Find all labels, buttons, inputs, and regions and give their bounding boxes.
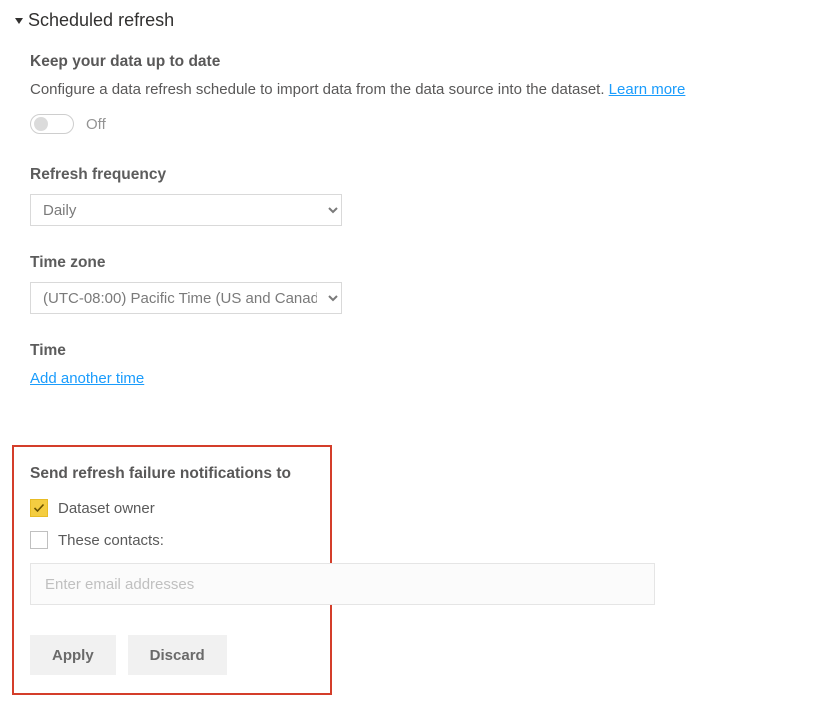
notify-heading: Send refresh failure notifications to — [30, 465, 314, 483]
these-contacts-row: These contacts: — [30, 531, 314, 549]
toggle-knob — [34, 117, 48, 131]
check-icon — [33, 502, 45, 514]
time-label: Time — [30, 342, 807, 360]
section-title: Scheduled refresh — [28, 10, 174, 31]
frequency-label: Refresh frequency — [30, 166, 807, 184]
dataset-owner-label: Dataset owner — [58, 500, 155, 517]
schedule-toggle-row: Off — [30, 114, 807, 134]
apply-button[interactable]: Apply — [30, 635, 116, 675]
learn-more-link[interactable]: Learn more — [609, 81, 686, 98]
timezone-select[interactable]: (UTC-08:00) Pacific Time (US and Canada) — [30, 282, 342, 314]
description-text: Configure a data refresh schedule to imp… — [30, 81, 609, 98]
toggle-state-label: Off — [86, 116, 106, 133]
email-addresses-input[interactable] — [30, 563, 655, 605]
these-contacts-label: These contacts: — [58, 532, 164, 549]
button-row: Apply Discard — [30, 635, 314, 675]
keep-data-description: Configure a data refresh schedule to imp… — [30, 81, 807, 98]
discard-button[interactable]: Discard — [128, 635, 227, 675]
caret-down-icon — [14, 16, 24, 26]
section-header[interactable]: Scheduled refresh — [14, 10, 807, 31]
schedule-toggle[interactable] — [30, 114, 74, 134]
frequency-select[interactable]: Daily — [30, 194, 342, 226]
dataset-owner-row: Dataset owner — [30, 499, 314, 517]
notify-section-highlight: Send refresh failure notifications to Da… — [12, 445, 332, 695]
dataset-owner-checkbox[interactable] — [30, 499, 48, 517]
keep-data-heading: Keep your data up to date — [30, 53, 807, 71]
add-another-time-link[interactable]: Add another time — [30, 370, 144, 387]
timezone-label: Time zone — [30, 254, 807, 272]
these-contacts-checkbox[interactable] — [30, 531, 48, 549]
